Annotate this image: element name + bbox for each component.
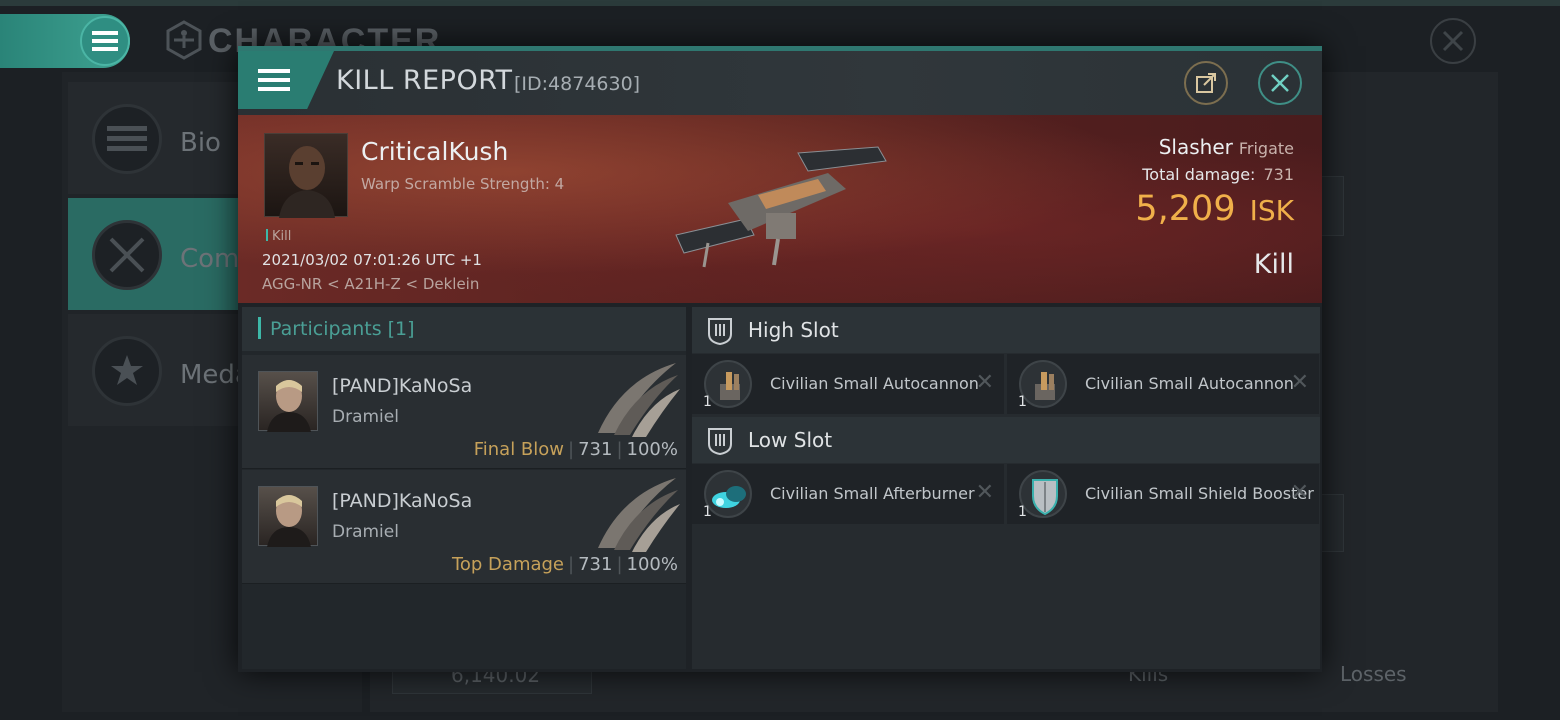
background-losses-label: Losses (1340, 662, 1407, 686)
module-quantity: 1 (1018, 504, 1027, 520)
module-name: Civilian Small Autocannon (1085, 374, 1294, 393)
participant-ship: Dramiel (332, 407, 399, 427)
kill-result-label: Kill (1253, 249, 1294, 280)
close-button[interactable] (1258, 61, 1302, 105)
participant-name[interactable]: [PAND]KaNoSa (332, 375, 472, 397)
pilot-portrait-icon (267, 495, 311, 547)
destroyed-x-icon: ✕ (975, 370, 994, 395)
low-slot-header: Low Slot (692, 417, 1320, 463)
kill-tag-label: Kill (272, 229, 292, 244)
participant-name[interactable]: [PAND]KaNoSa (332, 490, 472, 512)
kill-location[interactable]: AGG-NR < A21H-Z < Deklein (262, 275, 479, 293)
fitting-panel: High Slot 1 Civilian Small Autocannon ✕ … (692, 307, 1320, 669)
destroyed-x-icon: ✕ (1290, 370, 1309, 395)
module-item[interactable]: 1 Civilian Small Autocannon ✕ (1007, 354, 1319, 414)
report-id: [ID:4874630] (514, 73, 641, 95)
participant-damage: 731 (578, 554, 613, 575)
victim-name[interactable]: CriticalKush (361, 137, 508, 166)
victim-portrait[interactable] (264, 133, 348, 218)
sidebar-item-label: Bio (180, 128, 221, 158)
participants-panel: Participants [1] [PAND]KaNoSa Dramiel Fi… (242, 307, 686, 669)
main-menu-button[interactable] (80, 16, 130, 66)
character-close-button[interactable] (1430, 18, 1476, 64)
participant-role: Top Damage (451, 554, 565, 575)
participant-ship: Dramiel (332, 522, 399, 542)
total-damage-value: 731 (1263, 165, 1294, 184)
participant-stats: Top Damage | 731 | 100% (451, 554, 678, 575)
menu-lines-icon (92, 104, 162, 174)
participants-header: Participants [1] (242, 307, 686, 351)
medal-star-icon (92, 336, 162, 406)
module-item[interactable]: 1 Civilian Small Shield Booster ✕ (1007, 464, 1319, 524)
victim-ship: Slasher Frigate (1159, 135, 1294, 159)
isk-unit: ISK (1249, 194, 1294, 227)
participant-role: Final Blow (473, 439, 565, 460)
kill-banner: CriticalKush Warp Scramble Strength: 4 K… (238, 115, 1322, 303)
participant-percent: 100% (626, 554, 678, 575)
dramiel-ship-icon (598, 363, 680, 437)
module-item[interactable]: 1 Civilian Small Afterburner ✕ (692, 464, 1004, 524)
share-button[interactable] (1184, 61, 1228, 105)
kill-tag: Kill (266, 229, 291, 244)
close-icon (1442, 30, 1464, 52)
participant-avatar[interactable] (258, 486, 318, 547)
high-slot-header: High Slot (692, 307, 1320, 353)
module-quantity: 1 (703, 504, 712, 520)
ship-name[interactable]: Slasher (1159, 135, 1233, 159)
participant-row[interactable]: [PAND]KaNoSa Dramiel Final Blow | 731 | 100% (242, 355, 686, 469)
ship-class: Frigate (1238, 139, 1294, 158)
destroyed-x-icon: ✕ (1290, 480, 1309, 505)
modal-title: KILL REPORT (336, 65, 513, 96)
participant-stats: Final Blow | 731 | 100% (473, 439, 678, 460)
total-damage-label: Total damage: (1142, 165, 1256, 184)
kill-datetime: 2021/03/02 07:01:26 UTC +1 (262, 251, 482, 269)
hamburger-icon (92, 31, 118, 51)
slot-label: Low Slot (748, 428, 833, 452)
participant-damage: 731 (578, 439, 613, 460)
high-slot-icon (708, 318, 732, 346)
participant-percent: 100% (626, 439, 678, 460)
close-icon (1271, 74, 1289, 92)
module-name: Civilian Small Afterburner (770, 484, 975, 503)
victim-warp-scramble: Warp Scramble Strength: 4 (361, 175, 565, 193)
participants-label: Participants [1] (270, 318, 415, 340)
kill-report-modal: KILL REPORT [ID:4874630] CriticalKush Wa… (238, 46, 1322, 672)
destroyed-x-icon: ✕ (975, 480, 994, 505)
isk-amount: 5,209 (1135, 189, 1236, 229)
victim-portrait-icon (279, 146, 335, 218)
module-quantity: 1 (1018, 394, 1027, 410)
module-name: Civilian Small Autocannon (770, 374, 979, 393)
crossed-swords-icon (92, 220, 162, 290)
slot-label: High Slot (748, 318, 839, 342)
isk-value: 5,209 ISK (1135, 189, 1294, 229)
ship-render (675, 146, 887, 268)
share-icon (1196, 73, 1216, 93)
character-vitruvian-icon (166, 20, 202, 60)
modal-header: KILL REPORT [ID:4874630] (238, 51, 1322, 115)
participant-row[interactable]: [PAND]KaNoSa Dramiel Top Damage | 731 | 100% (242, 470, 686, 584)
module-quantity: 1 (703, 394, 712, 410)
report-menu-button[interactable] (238, 51, 334, 109)
module-name: Civilian Small Shield Booster (1085, 484, 1314, 503)
dramiel-ship-icon (598, 478, 680, 552)
low-slot-icon (708, 428, 732, 456)
module-item[interactable]: 1 Civilian Small Autocannon ✕ (692, 354, 1004, 414)
participant-avatar[interactable] (258, 371, 318, 432)
pilot-portrait-icon (267, 380, 311, 432)
hamburger-icon (258, 69, 290, 91)
total-damage: Total damage: 731 (1142, 165, 1294, 184)
top-bar (0, 0, 1560, 6)
